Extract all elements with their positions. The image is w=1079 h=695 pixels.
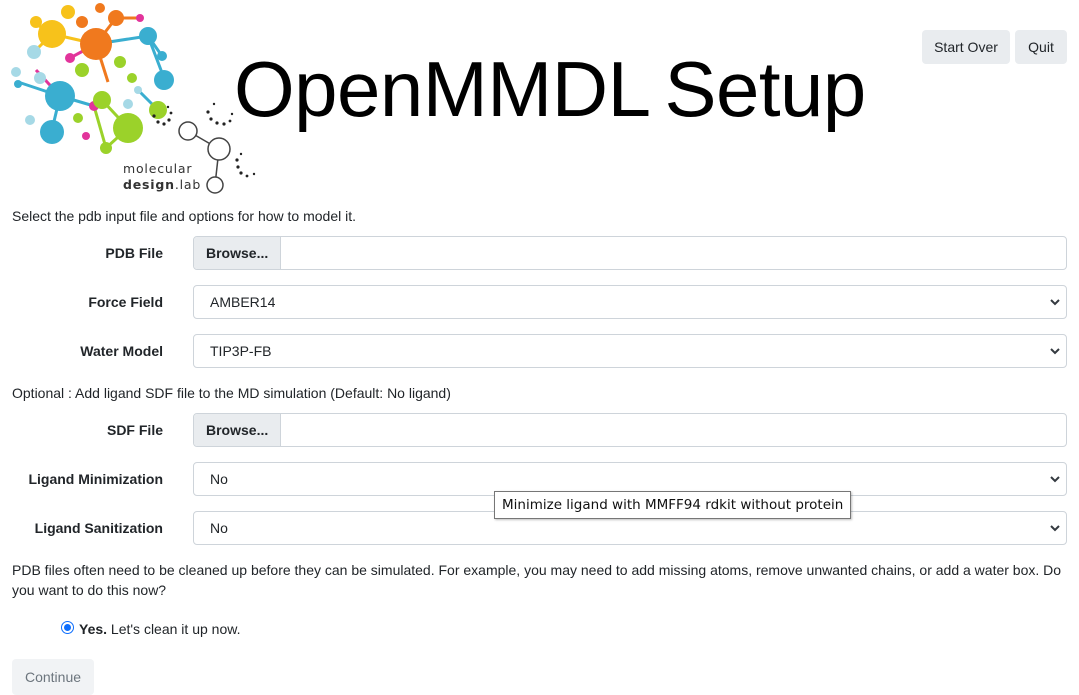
water-model-value: TIP3P-FB bbox=[210, 343, 272, 359]
continue-button[interactable]: Continue bbox=[12, 659, 94, 695]
cleanup-text: PDB files often need to be cleaned up be… bbox=[12, 562, 1062, 598]
water-model-row: Water Model TIP3P-FB bbox=[0, 334, 1079, 368]
force-field-select[interactable]: AMBER14 bbox=[193, 285, 1067, 319]
force-field-row: Force Field AMBER14 bbox=[0, 285, 1079, 319]
logo-line2: design.lab bbox=[123, 177, 201, 193]
force-field-label: Force Field bbox=[88, 294, 163, 310]
force-field-value: AMBER14 bbox=[210, 294, 276, 310]
logo-line2-bold: design bbox=[123, 177, 175, 192]
ligand-sanitization-value: No bbox=[210, 520, 228, 536]
chevron-down-icon bbox=[1050, 476, 1060, 483]
chevron-down-icon bbox=[1050, 348, 1060, 355]
page-title: OpenMMDL Setup bbox=[234, 44, 866, 134]
chevron-down-icon bbox=[1050, 525, 1060, 532]
intro-text: Select the pdb input file and options fo… bbox=[12, 208, 356, 224]
molecular-design-lab-logo: molecular design.lab bbox=[8, 0, 268, 200]
sdf-file-label: SDF File bbox=[106, 422, 163, 438]
water-model-label: Water Model bbox=[80, 343, 163, 359]
ligand-minimization-value: No bbox=[210, 471, 228, 487]
sdf-browse-button[interactable]: Browse... bbox=[194, 414, 282, 446]
logo-line2-rest: .lab bbox=[174, 177, 202, 192]
ligand-sanitization-label: Ligand Sanitization bbox=[34, 520, 163, 536]
cleanup-option-bold: Yes. bbox=[79, 621, 108, 637]
start-over-button[interactable]: Start Over bbox=[922, 30, 1010, 64]
optional-ligand-text: Optional : Add ligand SDF file to the MD… bbox=[12, 385, 451, 401]
water-model-select[interactable]: TIP3P-FB bbox=[193, 334, 1067, 368]
logo-line1: molecular bbox=[123, 161, 193, 176]
quit-button[interactable]: Quit bbox=[1015, 30, 1067, 64]
title-part1: OpenMMDL bbox=[234, 45, 651, 133]
pdb-file-label: PDB File bbox=[105, 245, 163, 261]
ligand-minimization-label: Ligand Minimization bbox=[28, 471, 163, 487]
pdb-file-row: PDB File Browse... bbox=[0, 236, 1079, 270]
sdf-file-input[interactable]: Browse... bbox=[193, 413, 1067, 447]
cleanup-option-rest: Let's clean it up now. bbox=[107, 621, 241, 637]
cleanup-option-label[interactable]: Yes. Let's clean it up now. bbox=[79, 620, 240, 638]
ligand-minimization-tooltip: Minimize ligand with MMFF94 rdkit withou… bbox=[494, 491, 852, 519]
sdf-file-row: SDF File Browse... bbox=[0, 413, 1079, 447]
pdb-browse-button[interactable]: Browse... bbox=[194, 237, 282, 269]
logo-text: molecular design.lab bbox=[123, 161, 201, 193]
cleanup-radio[interactable] bbox=[61, 621, 74, 634]
chevron-down-icon bbox=[1050, 299, 1060, 306]
title-part2: Setup bbox=[664, 45, 866, 133]
pdb-file-input[interactable]: Browse... bbox=[193, 236, 1067, 270]
